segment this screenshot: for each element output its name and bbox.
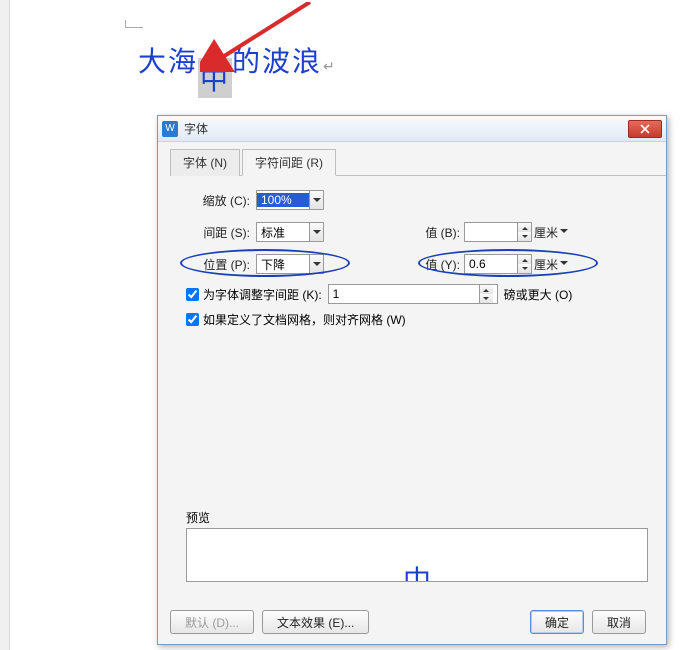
- snap-grid-label: 如果定义了文档网格，则对齐网格 (W): [203, 311, 406, 328]
- spinner-down-icon[interactable]: [518, 232, 531, 241]
- text-before: 大海: [138, 47, 198, 78]
- spacing-label: 间距 (S):: [186, 224, 250, 241]
- chevron-down-icon: [309, 255, 323, 273]
- dialog-button-row: 默认 (D)... 文本效果 (E)... 确定 取消: [170, 610, 654, 634]
- close-button[interactable]: [628, 120, 662, 138]
- scale-label: 缩放 (C):: [186, 192, 250, 209]
- position-by-label: 值 (Y):: [412, 256, 460, 273]
- tab-panel-char-spacing: 缩放 (C): 100% 间距 (S): 标准 值 (B): 厘米 位置: [158, 176, 666, 592]
- margin-marker: [125, 20, 143, 28]
- spacing-combo[interactable]: 标准: [256, 222, 324, 242]
- ok-button[interactable]: 确定: [530, 610, 584, 634]
- cancel-button[interactable]: 取消: [592, 610, 646, 634]
- paragraph-mark: ↵: [323, 60, 337, 75]
- chevron-down-icon: [309, 223, 323, 241]
- default-button[interactable]: 默认 (D)...: [170, 610, 254, 634]
- snap-grid-checkbox[interactable]: [186, 313, 199, 326]
- spacing-by-value: [465, 223, 517, 241]
- spinner-up-icon[interactable]: [480, 285, 493, 294]
- text-after: 的波浪: [232, 47, 322, 78]
- spacing-by-unit[interactable]: 厘米: [534, 222, 570, 242]
- document-text: 大海中的波浪↵: [138, 40, 337, 80]
- text-lowered-char: 中: [198, 58, 232, 98]
- spacing-value: 标准: [257, 224, 309, 241]
- chevron-down-icon: [309, 191, 323, 209]
- dialog-title: 字体: [184, 120, 628, 137]
- page-gutter: [0, 0, 10, 650]
- spacing-by-label: 值 (B):: [412, 224, 460, 241]
- chevron-down-icon: [560, 225, 570, 240]
- tab-font[interactable]: 字体 (N): [170, 149, 240, 176]
- preview-box: 中: [186, 528, 648, 582]
- app-icon: W: [162, 121, 178, 137]
- preview-section: 预览 中: [186, 509, 648, 582]
- font-dialog: W 字体 字体 (N) 字符间距 (R) 缩放 (C): 100% 间距 (S)…: [157, 115, 667, 645]
- kerning-trail: 磅或更大 (O): [504, 286, 573, 303]
- kerning-label: 为字体调整字间距 (K):: [203, 286, 322, 303]
- dialog-titlebar[interactable]: W 字体: [158, 116, 666, 142]
- kerning-spinner[interactable]: 1: [328, 284, 498, 304]
- tab-strip: 字体 (N) 字符间距 (R): [170, 148, 666, 176]
- spacing-by-spinner[interactable]: [464, 222, 532, 242]
- preview-char: 中: [403, 559, 431, 582]
- chevron-down-icon: [560, 257, 570, 272]
- position-by-unit[interactable]: 厘米: [534, 254, 570, 274]
- spinner-up-icon[interactable]: [518, 255, 531, 264]
- position-combo[interactable]: 下降: [256, 254, 324, 274]
- position-by-value: 0.6: [465, 255, 517, 273]
- tab-char-spacing[interactable]: 字符间距 (R): [242, 149, 336, 176]
- close-icon: [639, 124, 651, 134]
- position-value: 下降: [257, 256, 309, 273]
- kerning-checkbox[interactable]: [186, 288, 199, 301]
- position-label: 位置 (P):: [186, 256, 250, 273]
- kerning-value: 1: [329, 285, 479, 303]
- text-effects-button[interactable]: 文本效果 (E)...: [262, 610, 369, 634]
- spinner-down-icon[interactable]: [518, 264, 531, 273]
- scale-combo[interactable]: 100%: [256, 190, 324, 210]
- preview-label: 预览: [186, 509, 648, 526]
- spinner-up-icon[interactable]: [518, 223, 531, 232]
- spinner-down-icon[interactable]: [480, 294, 493, 303]
- position-by-spinner[interactable]: 0.6: [464, 254, 532, 274]
- scale-value: 100%: [257, 193, 309, 207]
